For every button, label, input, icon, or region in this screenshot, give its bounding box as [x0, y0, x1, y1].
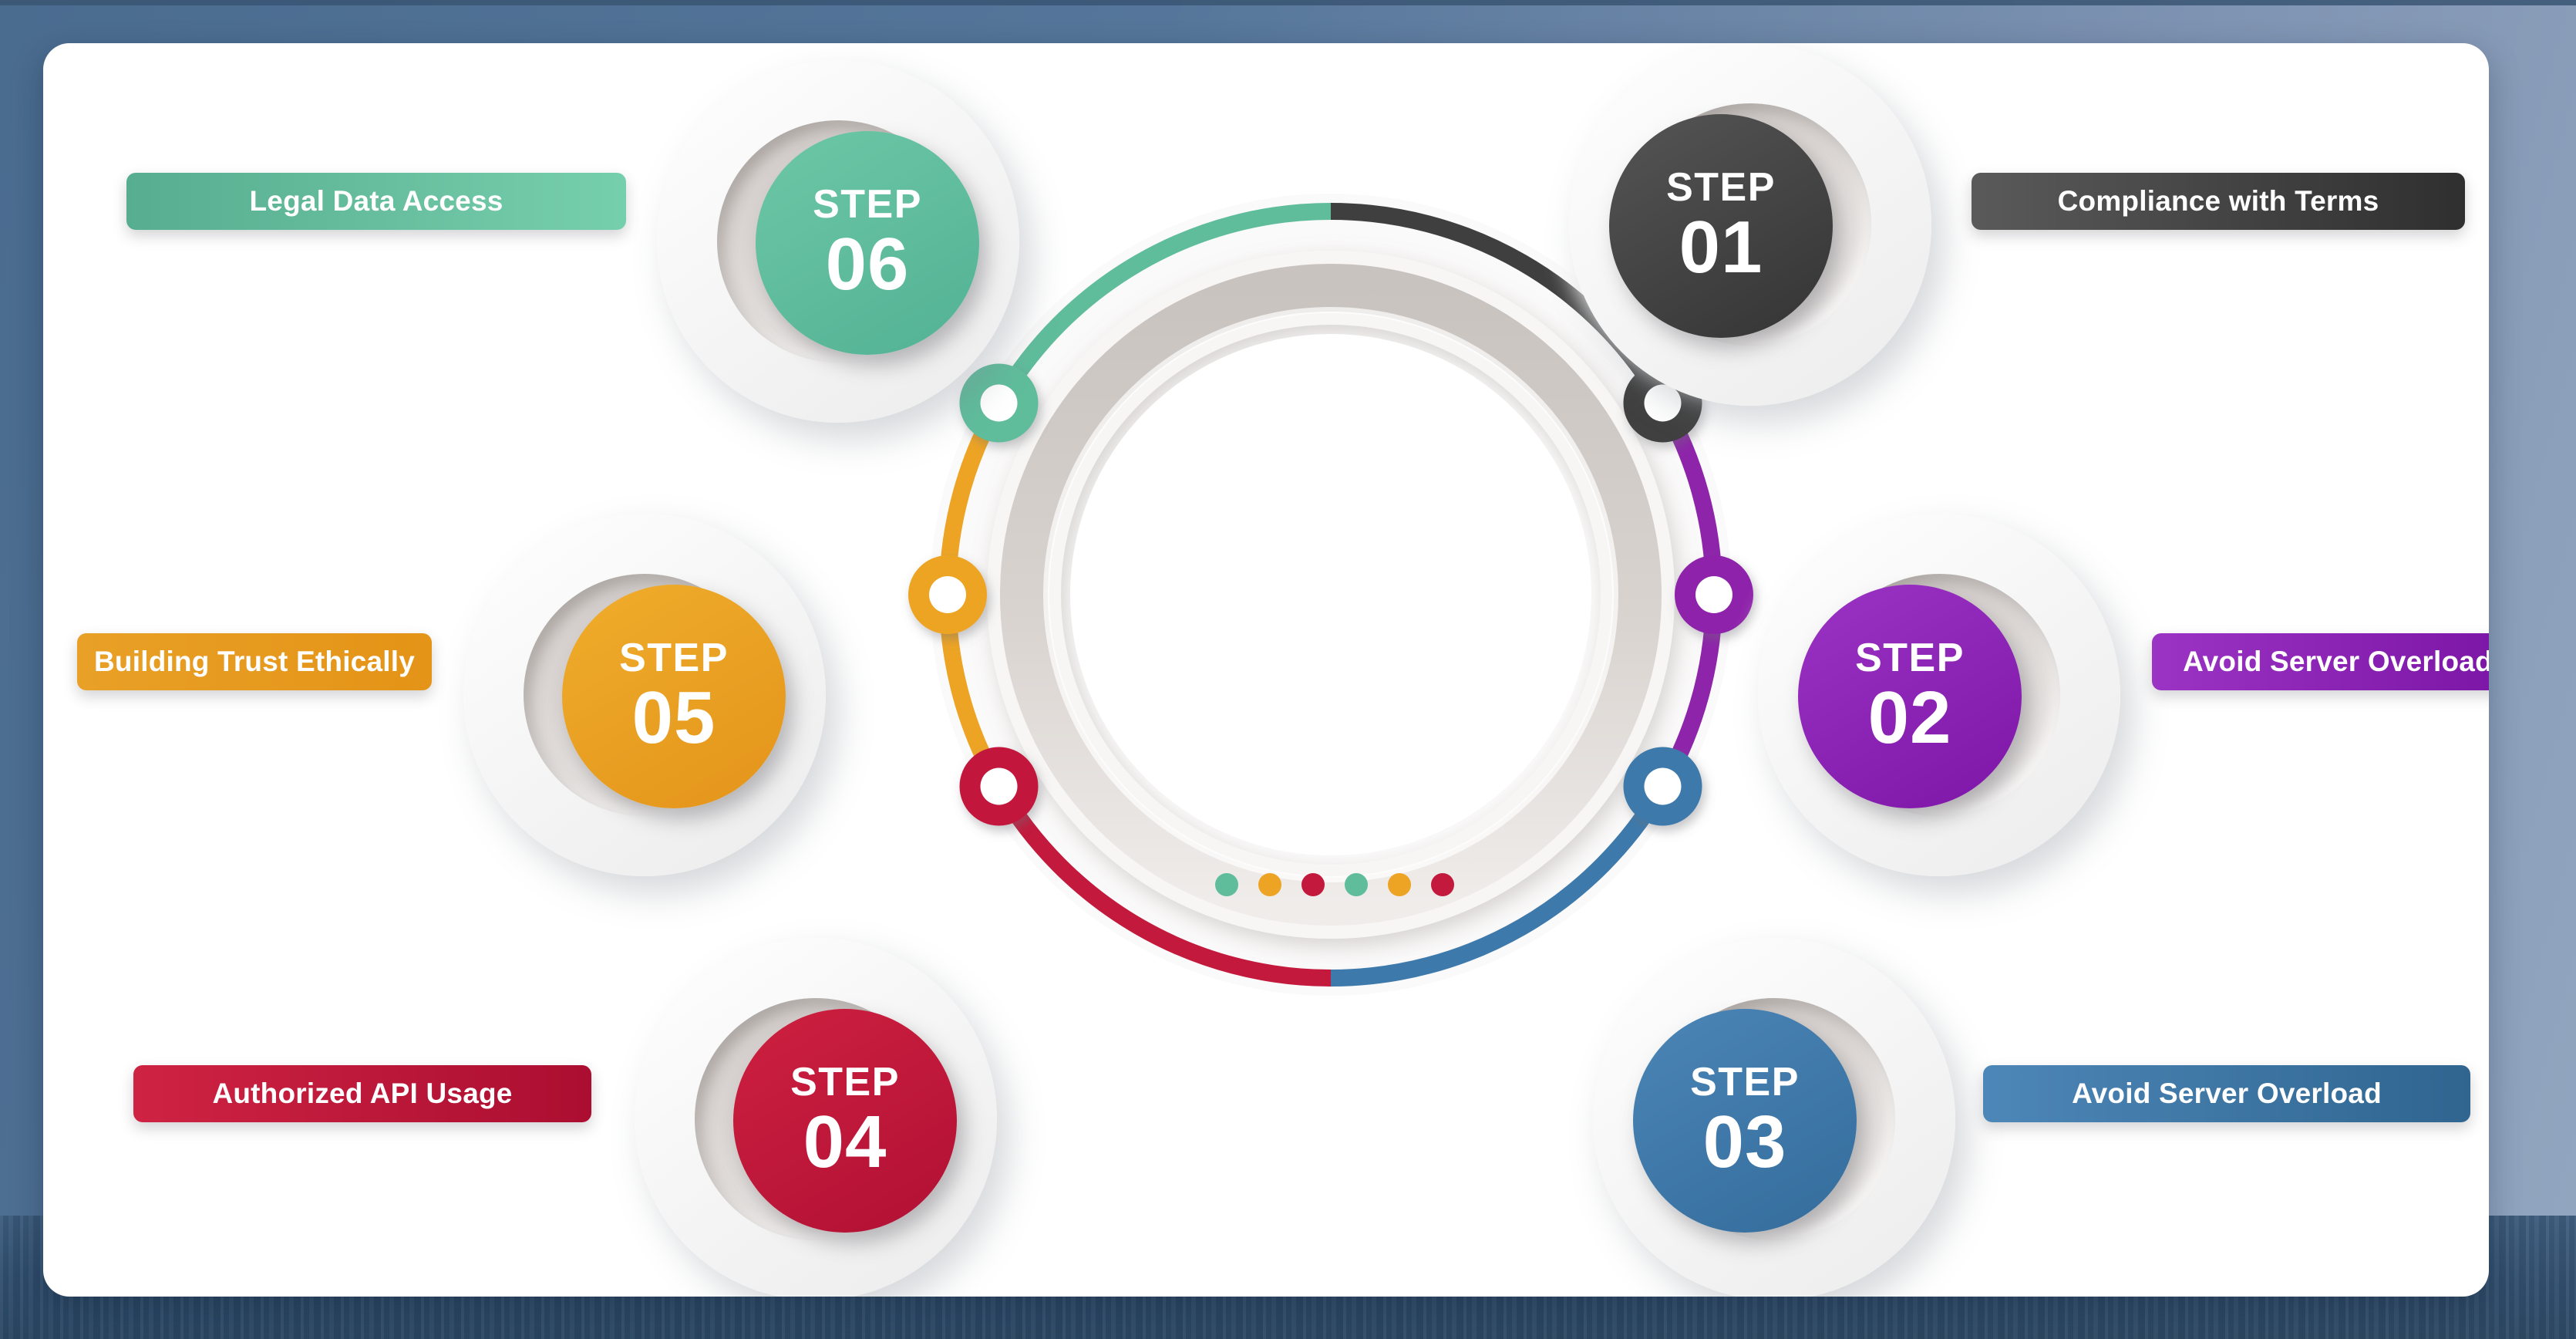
label-text: Avoid Server Overload — [2072, 1078, 2382, 1109]
step-disc-step04[interactable]: STEP 04 — [733, 1009, 957, 1233]
step-pod-step02[interactable]: STEP 02 — [1758, 514, 2120, 876]
step-pod-step05[interactable]: STEP 05 — [463, 514, 826, 876]
step-number: 06 — [825, 223, 910, 305]
label-pill-step02[interactable]: Avoid Server Overload — [2152, 633, 2489, 690]
label-text: Legal Data Access — [249, 185, 503, 217]
label-pill-step06[interactable]: Legal Data Access — [126, 173, 626, 230]
step-word: STEP — [619, 636, 729, 680]
label-text: Building Trust Ethically — [94, 646, 415, 677]
label-text: Avoid Server Overload — [2183, 646, 2489, 677]
step-disc-step03[interactable]: STEP 03 — [1633, 1009, 1857, 1233]
step-pod-step03[interactable]: STEP 03 — [1593, 938, 1955, 1297]
step-word: STEP — [790, 1060, 900, 1105]
step-pod-step04[interactable]: STEP 04 — [635, 938, 997, 1297]
step-pod-step01[interactable]: STEP 01 — [1569, 43, 1931, 406]
center-dot — [1301, 873, 1325, 896]
step-number: 02 — [1867, 676, 1952, 759]
step-word: STEP — [1855, 636, 1965, 680]
center-dot — [1215, 873, 1238, 896]
center-dot — [1258, 873, 1281, 896]
backdrop-top-line — [0, 0, 2576, 5]
label-text: Compliance with Terms — [2057, 185, 2379, 217]
step-number: 05 — [631, 676, 716, 759]
label-text: Authorized API Usage — [212, 1078, 513, 1109]
center-dot — [1431, 873, 1454, 896]
center-dot — [1345, 873, 1368, 896]
step-number: 01 — [1679, 206, 1763, 288]
step-disc-step02[interactable]: STEP 02 — [1798, 585, 2022, 808]
step-number: 04 — [803, 1101, 887, 1183]
label-pill-step04[interactable]: Authorized API Usage — [133, 1065, 591, 1122]
step-disc-step01[interactable]: STEP 01 — [1609, 114, 1833, 338]
step-disc-step06[interactable]: STEP 06 — [756, 131, 979, 355]
infographic-card: STEP 06 STEP 01 STEP 05 STEP 02 STEP 04 … — [43, 43, 2489, 1297]
step-word: STEP — [1666, 165, 1776, 210]
label-pill-step03[interactable]: Avoid Server Overload — [1983, 1065, 2470, 1122]
step-pod-step06[interactable]: STEP 06 — [657, 60, 1019, 423]
step-word: STEP — [1690, 1060, 1800, 1105]
step-word: STEP — [813, 182, 922, 227]
center-dot-row — [1215, 873, 1454, 896]
label-pill-step05[interactable]: Building Trust Ethically — [77, 633, 432, 690]
label-pill-step01[interactable]: Compliance with Terms — [1972, 173, 2465, 230]
center-dot — [1388, 873, 1411, 896]
step-disc-step05[interactable]: STEP 05 — [562, 585, 786, 808]
step-number: 03 — [1702, 1101, 1787, 1183]
infographic-canvas: STEP 06 STEP 01 STEP 05 STEP 02 STEP 04 … — [0, 0, 2576, 1339]
